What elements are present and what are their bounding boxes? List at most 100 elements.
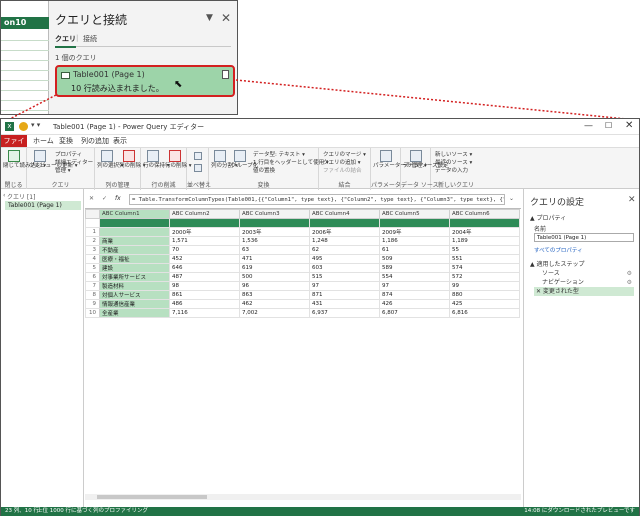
table-cell[interactable]: 1,248 <box>309 236 380 246</box>
table-cell[interactable]: 7,116 <box>169 308 240 318</box>
properties-section-title[interactable]: ▲ プロパティ <box>530 213 566 222</box>
table-cell[interactable]: 554 <box>379 272 450 282</box>
table-cell[interactable]: 515 <box>309 272 380 282</box>
chevron-down-icon[interactable]: ▼ <box>206 13 213 23</box>
table-cell[interactable]: 486 <box>169 299 240 309</box>
step-navigation[interactable]: ナビゲーション ⚙ <box>534 278 634 287</box>
menu-view[interactable]: 表示 <box>113 135 127 147</box>
table-cell[interactable]: 情報通信産業 <box>99 299 170 309</box>
table-cell[interactable]: 861 <box>169 290 240 300</box>
row-number[interactable]: 10 <box>85 308 100 318</box>
table-cell[interactable]: 98 <box>169 281 240 291</box>
close-window-button[interactable]: ✕ <box>625 120 633 131</box>
step-source[interactable]: ソース ⚙ <box>534 269 634 278</box>
formula-input[interactable]: = Table.TransformColumnTypes(Table001,{{… <box>129 194 505 205</box>
row-number[interactable]: 2 <box>85 236 100 246</box>
gear-icon[interactable]: ⚙ <box>627 269 632 278</box>
table-cell[interactable]: 431 <box>309 299 380 309</box>
close-icon[interactable]: ✕ <box>221 11 231 25</box>
query-card[interactable]: Table001 (Page 1) 10 行読み込まれました。 <box>55 65 235 97</box>
column-header[interactable]: ABC Column5 <box>379 209 450 219</box>
row-number[interactable]: 5 <box>85 263 100 273</box>
append-queries-button[interactable]: クエリの追加 ▾ <box>323 158 361 166</box>
table-cell[interactable]: 全産業 <box>99 308 170 318</box>
row-number[interactable]: 1 <box>85 227 100 237</box>
sheet-row[interactable] <box>1 61 49 71</box>
table-cell[interactable]: 96 <box>239 281 310 291</box>
type-icon[interactable]: ABC <box>382 211 393 217</box>
table-cell[interactable]: 500 <box>239 272 310 282</box>
tab-connections[interactable]: 接続 <box>83 34 97 44</box>
properties-button[interactable]: プロパティ <box>55 150 82 158</box>
table-cell[interactable]: 452 <box>169 254 240 264</box>
corner-cell[interactable] <box>85 209 100 219</box>
menu-file[interactable]: ファイル <box>1 135 27 157</box>
table-cell[interactable]: 55 <box>449 245 520 255</box>
sheet-row[interactable] <box>1 71 49 81</box>
group-by-button[interactable]: グループ化 <box>231 150 258 169</box>
table-cell[interactable]: 551 <box>449 254 520 264</box>
table-cell[interactable]: 880 <box>449 290 520 300</box>
sheet-row[interactable] <box>1 51 49 61</box>
table-cell[interactable]: 572 <box>449 272 520 282</box>
sort-descending-button[interactable] <box>190 164 206 173</box>
new-source-button[interactable]: 新しいソース ▾ <box>435 150 472 158</box>
type-icon[interactable]: ABC <box>102 211 113 217</box>
column-header[interactable]: ABC Column1 <box>99 209 170 219</box>
sheet-row[interactable] <box>1 81 49 91</box>
table-cell[interactable]: 商業 <box>99 236 170 246</box>
table-cell[interactable]: 2004年 <box>449 227 520 237</box>
use-first-row-as-headers-button[interactable]: 1 行目をヘッダーとして使用 ▾ <box>253 158 329 166</box>
menu-transform[interactable]: 変換 <box>59 135 73 147</box>
table-cell[interactable]: 462 <box>239 299 310 309</box>
minimize-button[interactable]: — <box>584 121 593 131</box>
quick-access-dropdown[interactable]: ▾ ▾ <box>31 121 40 129</box>
step-changed-type[interactable]: ✕ 変更された型 <box>534 287 634 296</box>
query-name-field[interactable]: Table001 (Page 1) <box>534 233 634 242</box>
row-number[interactable]: 8 <box>85 290 100 300</box>
table-cell[interactable]: 603 <box>309 263 380 273</box>
table-cell[interactable]: 1,189 <box>449 236 520 246</box>
table-cell[interactable]: 1,536 <box>239 236 310 246</box>
applied-steps-title[interactable]: ▲ 適用したステップ <box>530 259 585 268</box>
data-source-settings-button[interactable]: データ ソース設定 <box>403 150 448 169</box>
table-cell[interactable]: 99 <box>449 281 520 291</box>
remove-rows-button[interactable]: 行の削除 ▾ <box>165 150 192 169</box>
advanced-editor-button[interactable]: 詳細エディター <box>55 158 93 166</box>
table-cell[interactable]: 建設 <box>99 263 170 273</box>
table-cell[interactable]: 1,571 <box>169 236 240 246</box>
choose-columns-button[interactable]: 列の選択 ▾ <box>97 150 124 169</box>
menu-home[interactable]: ホーム <box>33 135 54 147</box>
table-cell[interactable]: 7,002 <box>239 308 310 318</box>
sheet-row[interactable] <box>1 31 49 41</box>
table-cell[interactable]: 医療・福祉 <box>99 254 170 264</box>
chevron-left-icon[interactable]: ‹ <box>3 192 5 199</box>
table-cell[interactable]: 61 <box>379 245 450 255</box>
fx-icon[interactable]: fx <box>115 195 121 202</box>
table-cell[interactable]: 619 <box>239 263 310 273</box>
horizontal-scrollbar[interactable] <box>85 494 521 500</box>
table-cell[interactable]: 対事業所サービス <box>99 272 170 282</box>
table-cell[interactable]: 63 <box>239 245 310 255</box>
data-type-dropdown[interactable]: データ型: テキスト ▾ <box>253 150 305 158</box>
sheet-row[interactable] <box>1 91 49 101</box>
replace-values-button[interactable]: 値の置換 <box>253 166 275 174</box>
manage-parameters-button[interactable]: パラメーターの管理 ▾ <box>373 150 427 169</box>
gear-icon[interactable]: ⚙ <box>627 278 632 287</box>
query-list-item[interactable]: Table001 (Page 1) <box>5 201 81 210</box>
table-cell[interactable]: 425 <box>449 299 520 309</box>
smiley-icon[interactable] <box>19 122 28 131</box>
split-column-button[interactable]: 列の分割 ▾ <box>211 150 238 169</box>
table-cell[interactable]: 97 <box>379 281 450 291</box>
table-cell[interactable]: 2003年 <box>239 227 310 237</box>
table-cell[interactable]: 97 <box>309 281 380 291</box>
document-icon[interactable] <box>222 70 229 79</box>
table-cell[interactable]: 646 <box>169 263 240 273</box>
table-cell[interactable]: 62 <box>309 245 380 255</box>
table-cell[interactable] <box>99 227 170 237</box>
sheet-column-header[interactable]: on10 <box>1 17 49 29</box>
column-header[interactable]: ABC Column6 <box>449 209 520 219</box>
type-icon[interactable]: ABC <box>312 211 323 217</box>
table-cell[interactable]: 487 <box>169 272 240 282</box>
combine-files-button[interactable]: ファイルの結合 <box>323 166 362 174</box>
